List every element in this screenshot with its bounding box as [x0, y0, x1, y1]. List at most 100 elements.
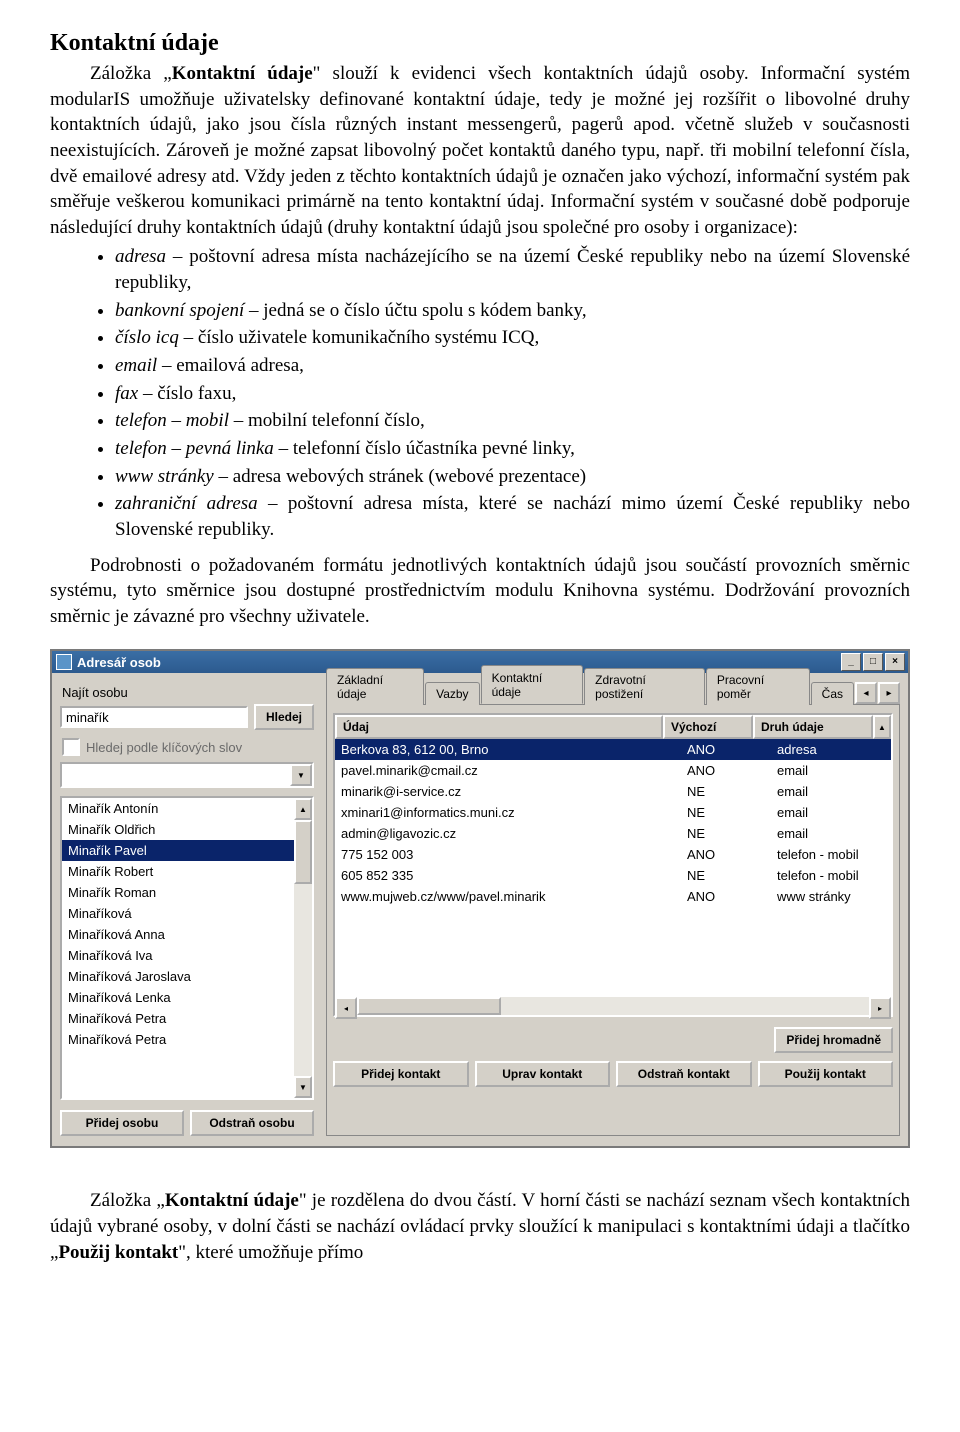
tab-scroll-right-icon[interactable]: ▸	[878, 682, 900, 704]
paragraph-trailing: Záložka „Kontaktní údaje" je rozdělena d…	[50, 1188, 910, 1265]
cell-c1: xminari1@informatics.muni.cz	[335, 802, 681, 823]
table-row[interactable]: admin@ligavozic.czNEemail	[335, 823, 891, 844]
search-input[interactable]	[60, 706, 248, 728]
bullet-term: zahraniční adresa	[115, 493, 258, 514]
table-hscrollbar[interactable]: ◂ ▸	[335, 997, 891, 1015]
bullet-item: adresa – poštovní adresa místa nacházejí…	[115, 244, 910, 295]
cell-c3: email	[771, 760, 891, 781]
list-item[interactable]: Minaříková Jaroslava	[62, 966, 312, 987]
list-item[interactable]: Minařík Antonín	[62, 798, 312, 819]
paragraph-intro: Záložka „Kontaktní údaje" slouží k evide…	[50, 61, 910, 240]
minimize-button[interactable]: _	[841, 653, 861, 671]
bullet-item: telefon – mobil – mobilní telefonní čísl…	[115, 408, 910, 434]
tab-pracovní-poměr[interactable]: Pracovní poměr	[706, 668, 810, 705]
tab-čas[interactable]: Čas	[811, 682, 854, 705]
bullet-text: – emailová adresa,	[157, 355, 304, 376]
cell-c1: 605 852 335	[335, 865, 681, 886]
list-item[interactable]: Minaříková	[62, 903, 312, 924]
th-udaj[interactable]: Údaj	[335, 715, 663, 739]
add-person-button[interactable]: Přidej osobu	[60, 1110, 184, 1136]
remove-person-button[interactable]: Odstraň osobu	[190, 1110, 314, 1136]
bullet-term: bankovní spojení	[115, 300, 244, 321]
bullet-term: fax	[115, 383, 138, 404]
persons-listbox[interactable]: Minařík AntonínMinařík OldřichMinařík Pa…	[60, 796, 314, 1100]
cell-c2: NE	[681, 823, 771, 844]
th-druh[interactable]: Druh údaje	[753, 715, 873, 739]
search-button[interactable]: Hledej	[254, 704, 314, 730]
list-item[interactable]: Minaříková Iva	[62, 945, 312, 966]
bullet-item: zahraniční adresa – poštovní adresa míst…	[115, 491, 910, 542]
tab-vazby[interactable]: Vazby	[425, 682, 479, 705]
cell-c2: NE	[681, 802, 771, 823]
bullet-text: – poštovní adresa místa nacházejícího se…	[115, 246, 910, 293]
scroll-down-icon[interactable]: ▼	[294, 1076, 312, 1098]
tab-základní-údaje[interactable]: Základní údaje	[326, 668, 424, 705]
bullet-text: – číslo uživatele komunikačního systému …	[179, 327, 539, 348]
p1-bold: Kontaktní údaje	[172, 63, 313, 84]
chevron-down-icon[interactable]: ▼	[290, 764, 312, 786]
list-item[interactable]: Minařík Pavel	[62, 840, 312, 861]
section-title: Kontaktní údaje	[50, 30, 910, 57]
table-row[interactable]: 605 852 335NEtelefon - mobil	[335, 865, 891, 886]
add-contact-button[interactable]: Přidej kontakt	[333, 1061, 469, 1087]
hscroll-thumb[interactable]	[357, 997, 501, 1015]
table-row[interactable]: Berkova 83, 612 00, BrnoANOadresa	[335, 739, 891, 760]
cell-c1: Berkova 83, 612 00, Brno	[335, 739, 681, 760]
bullet-text: – jedná se o číslo účtu spolu s kódem ba…	[244, 300, 586, 321]
persons-scrollbar[interactable]: ▲ ▼	[294, 798, 312, 1098]
edit-contact-button[interactable]: Uprav kontakt	[475, 1061, 611, 1087]
tab-zdravotní-postižení[interactable]: Zdravotní postižení	[584, 668, 705, 705]
bullet-text: – adresa webových stránek (webové prezen…	[214, 466, 586, 487]
cell-c3: email	[771, 802, 891, 823]
list-item[interactable]: Minaříková Lenka	[62, 987, 312, 1008]
list-item[interactable]: Minaříková Petra	[62, 1008, 312, 1029]
list-item[interactable]: Minaříková Anna	[62, 924, 312, 945]
bullet-item: www stránky – adresa webových stránek (w…	[115, 464, 910, 490]
hscroll-left-icon[interactable]: ◂	[335, 997, 357, 1019]
hscroll-right-icon[interactable]: ▸	[869, 997, 891, 1019]
th-vychozi[interactable]: Výchozí	[663, 715, 753, 739]
scroll-up-icon[interactable]: ▲	[294, 798, 312, 820]
cell-c2: ANO	[681, 760, 771, 781]
remove-contact-button[interactable]: Odstraň kontakt	[616, 1061, 752, 1087]
tab-bar: Základní údajeVazbyKontaktní údajeZdravo…	[326, 679, 900, 705]
cell-c3: email	[771, 823, 891, 844]
bullet-term: telefon – mobil	[115, 410, 229, 431]
table-row[interactable]: 775 152 003ANOtelefon - mobil	[335, 844, 891, 865]
bullet-list: adresa – poštovní adresa místa nacházejí…	[50, 244, 910, 542]
cell-c2: NE	[681, 781, 771, 802]
bullet-term: email	[115, 355, 157, 376]
table-row[interactable]: pavel.minarik@cmail.czANOemail	[335, 760, 891, 781]
table-row[interactable]: www.mujweb.cz/www/pavel.minarikANOwww st…	[335, 886, 891, 907]
scroll-thumb[interactable]	[294, 820, 312, 884]
bullet-item: číslo icq – číslo uživatele komunikačníh…	[115, 325, 910, 351]
window-title: Adresář osob	[77, 655, 161, 670]
cell-c3: telefon - mobil	[771, 865, 891, 886]
table-row[interactable]: minarik@i-service.czNEemail	[335, 781, 891, 802]
table-header: Údaj Výchozí Druh údaje ▲	[335, 715, 891, 739]
list-item[interactable]: Minaříková Petra	[62, 1029, 312, 1050]
keyword-checkbox[interactable]	[62, 738, 80, 756]
bullet-term: www stránky	[115, 466, 214, 487]
add-bulk-button[interactable]: Přidej hromadně	[774, 1027, 893, 1053]
keyword-dropdown[interactable]: ▼	[60, 762, 314, 788]
table-row[interactable]: xminari1@informatics.muni.czNEemail	[335, 802, 891, 823]
app-icon	[56, 654, 72, 670]
tab-kontaktní-údaje[interactable]: Kontaktní údaje	[481, 665, 584, 704]
contacts-table: Údaj Výchozí Druh údaje ▲ Berkova 83, 61…	[333, 713, 893, 1017]
maximize-button[interactable]: □	[863, 653, 883, 671]
use-contact-button[interactable]: Použij kontakt	[758, 1061, 894, 1087]
tab-scroll-left-icon[interactable]: ◂	[855, 682, 877, 704]
cell-c2: ANO	[681, 844, 771, 865]
bullet-text: – telefonní číslo účastníka pevné linky,	[274, 438, 575, 459]
list-item[interactable]: Minařík Oldřich	[62, 819, 312, 840]
cell-c3: adresa	[771, 739, 891, 760]
th-scroll-up[interactable]: ▲	[873, 715, 891, 739]
bullet-item: email – emailová adresa,	[115, 353, 910, 379]
cell-c3: www stránky	[771, 886, 891, 907]
p1-c: " slouží k evidenci všech kontaktních úd…	[50, 63, 910, 238]
list-item[interactable]: Minařík Robert	[62, 861, 312, 882]
close-button[interactable]: ×	[885, 653, 905, 671]
bullet-text: – mobilní telefonní číslo,	[229, 410, 425, 431]
list-item[interactable]: Minařík Roman	[62, 882, 312, 903]
